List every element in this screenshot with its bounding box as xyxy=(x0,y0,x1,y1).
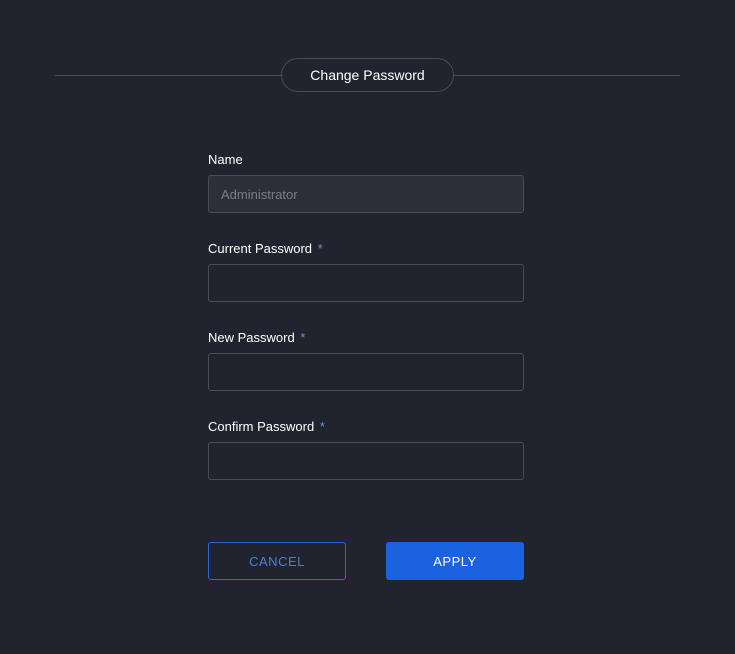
current-password-label-text: Current Password xyxy=(208,241,312,256)
form-container: Name Current Password * New Password * C… xyxy=(0,92,735,580)
current-password-group: Current Password * xyxy=(208,241,735,302)
new-password-group: New Password * xyxy=(208,330,735,391)
current-password-label: Current Password * xyxy=(208,241,735,256)
apply-button[interactable]: APPLY xyxy=(386,542,524,580)
current-password-input[interactable] xyxy=(208,264,524,302)
header-line-right xyxy=(454,75,680,76)
button-row: CANCEL APPLY xyxy=(208,542,735,580)
name-group: Name xyxy=(208,152,735,213)
confirm-password-group: Confirm Password * xyxy=(208,419,735,480)
confirm-password-label: Confirm Password * xyxy=(208,419,735,434)
cancel-button[interactable]: CANCEL xyxy=(208,542,346,580)
required-asterisk-icon: * xyxy=(320,419,325,434)
header-line-left xyxy=(55,75,281,76)
new-password-label: New Password * xyxy=(208,330,735,345)
new-password-label-text: New Password xyxy=(208,330,295,345)
page-title: Change Password xyxy=(281,58,453,92)
name-label: Name xyxy=(208,152,735,167)
required-asterisk-icon: * xyxy=(300,330,305,345)
new-password-input[interactable] xyxy=(208,353,524,391)
name-input xyxy=(208,175,524,213)
required-asterisk-icon: * xyxy=(318,241,323,256)
confirm-password-input[interactable] xyxy=(208,442,524,480)
header-section: Change Password xyxy=(0,0,735,92)
confirm-password-label-text: Confirm Password xyxy=(208,419,314,434)
